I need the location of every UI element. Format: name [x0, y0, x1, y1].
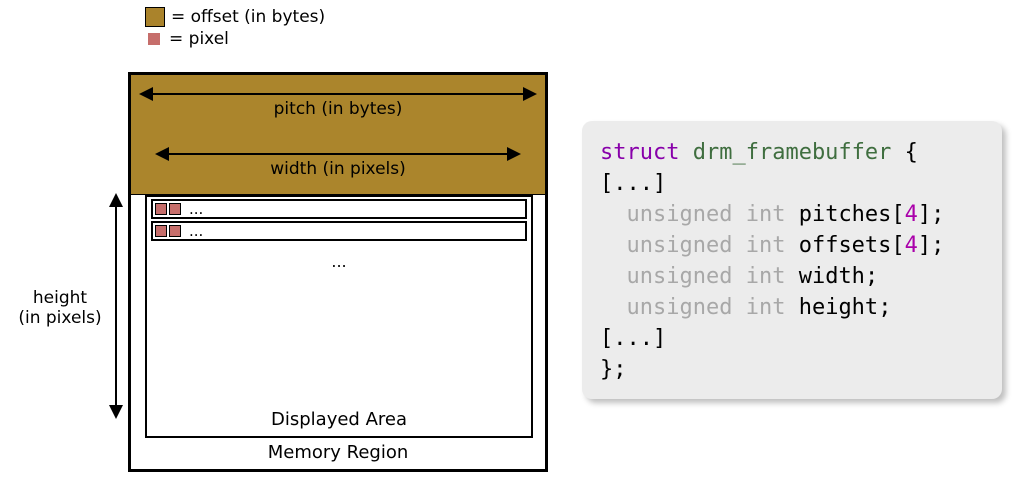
- code-array-dim: 4: [905, 233, 918, 258]
- scanline-dots: ...: [189, 203, 203, 215]
- code-semicolon: ;: [931, 202, 944, 227]
- code-type: unsigned int: [627, 202, 786, 227]
- scanline-row: ...: [151, 199, 527, 219]
- offset-band: pitch (in bytes) width (in pixels): [131, 75, 545, 195]
- code-semicolon: ;: [878, 295, 891, 320]
- code-field-offsets: offsets: [799, 233, 892, 258]
- code-open-brace: {: [905, 140, 918, 165]
- pixel-icon: [169, 225, 181, 237]
- pitch-arrow-icon: pitch (in bytes): [141, 93, 535, 95]
- code-field-pitches: pitches: [799, 202, 892, 227]
- code-field-width: width: [799, 264, 865, 289]
- width-label: width (in pixels): [157, 159, 519, 179]
- displayed-area-dots: ...: [147, 252, 531, 271]
- displayed-area-label: Displayed Area: [147, 409, 531, 430]
- code-semicolon: ;: [931, 233, 944, 258]
- pitch-label: pitch (in bytes): [141, 99, 535, 119]
- legend-pixel-label: = pixel: [169, 28, 229, 50]
- pixel-icon: [155, 225, 167, 237]
- height-label-line2: (in pixels): [18, 308, 101, 328]
- code-panel: struct drm_framebuffer { [...] unsigned …: [582, 121, 1002, 399]
- legend-offset-row: = offset (in bytes): [145, 6, 325, 28]
- pixel-swatch-icon: [148, 33, 160, 45]
- code-semicolon: ;: [865, 264, 878, 289]
- pixel-icon: [155, 203, 167, 215]
- code-type: unsigned int: [627, 295, 786, 320]
- code-ellipsis: [...]: [600, 171, 666, 196]
- code-keyword-struct: struct: [600, 140, 679, 165]
- height-label-line1: height: [33, 288, 87, 308]
- legend: = offset (in bytes) = pixel: [145, 6, 325, 50]
- scanline-dots: ...: [189, 225, 203, 237]
- scanline-row: ...: [151, 221, 527, 241]
- width-arrow-icon: width (in pixels): [157, 153, 519, 155]
- code-type: unsigned int: [627, 233, 786, 258]
- height-arrow-icon: [115, 195, 117, 417]
- pixel-icon: [169, 203, 181, 215]
- code-type: unsigned int: [627, 264, 786, 289]
- memory-region-label: Memory Region: [131, 442, 545, 463]
- legend-offset-label: = offset (in bytes): [171, 6, 325, 28]
- displayed-area-box: ... ... ... Displayed Area: [145, 195, 533, 438]
- code-ellipsis: [...]: [600, 326, 666, 351]
- height-label: height (in pixels): [10, 288, 110, 328]
- offset-swatch-icon: [145, 7, 165, 27]
- memory-region-box: pitch (in bytes) width (in pixels) ... .…: [128, 72, 548, 472]
- code-field-height: height: [799, 295, 878, 320]
- code-array-dim: 4: [905, 202, 918, 227]
- code-close-brace: };: [600, 357, 627, 382]
- legend-pixel-row: = pixel: [145, 28, 325, 50]
- code-struct-name: drm_framebuffer: [693, 140, 892, 165]
- diagram-canvas: = offset (in bytes) = pixel height (in p…: [0, 0, 1034, 500]
